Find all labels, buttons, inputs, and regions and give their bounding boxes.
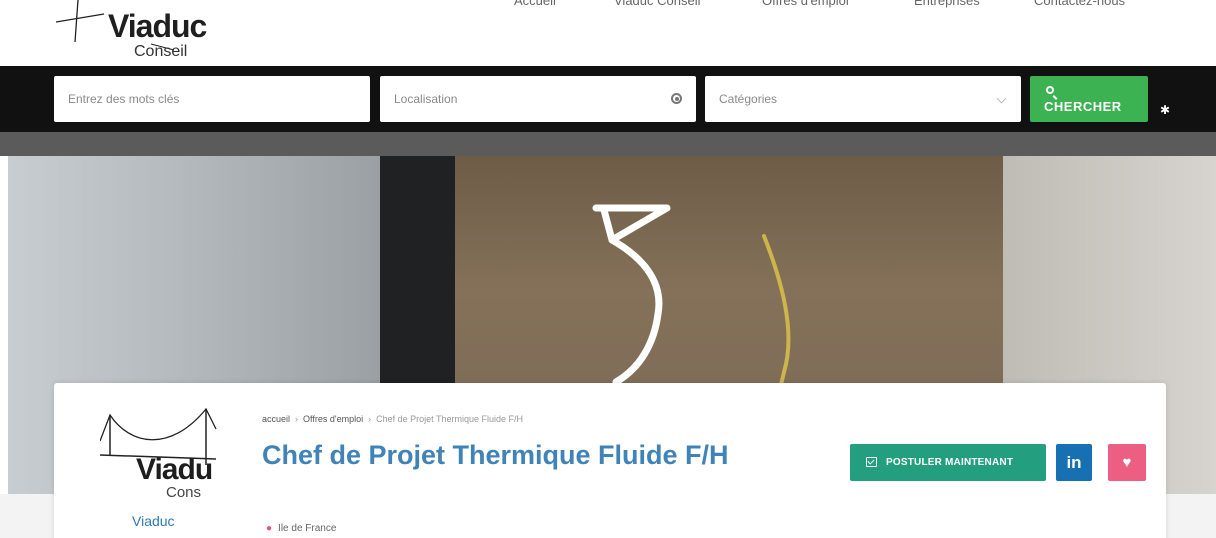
nav-item-offres[interactable]: Offres d'emploi bbox=[762, 0, 849, 8]
nav-item-contact[interactable]: Contactez-nous bbox=[1034, 0, 1125, 8]
logo-wordmark: Viaduc bbox=[108, 8, 207, 44]
breadcrumb-separator: › bbox=[295, 414, 299, 424]
linkedin-share-button[interactable]: in bbox=[1056, 444, 1092, 481]
breadcrumb: accueil › Offres d'emploi › Chef de Projet T… bbox=[262, 414, 523, 424]
breadcrumb-home[interactable]: accueil bbox=[262, 414, 290, 424]
breadcrumb-offres[interactable]: Offres d'emploi bbox=[303, 414, 363, 424]
logo-subtitle: Conseil bbox=[134, 43, 188, 60]
job-location-text: Ile de France bbox=[278, 523, 337, 534]
nav-item-entreprises[interactable]: Entreprises bbox=[914, 0, 980, 8]
checkbox-icon bbox=[866, 457, 877, 467]
heart-icon: ♥ bbox=[1122, 454, 1132, 471]
keywords-input[interactable] bbox=[68, 76, 358, 122]
site-logo[interactable]: Viaduc Conseil bbox=[56, 0, 226, 66]
location-input[interactable] bbox=[394, 76, 654, 122]
gear-icon[interactable]: ✱ bbox=[1160, 103, 1170, 117]
favorite-button[interactable]: ♥ bbox=[1108, 444, 1146, 481]
job-header-card: Viadu Cons Viaduc accueil › Offres d'emplo… bbox=[54, 383, 1166, 538]
breadcrumb-separator: › bbox=[368, 414, 372, 424]
location-field[interactable] bbox=[380, 76, 696, 122]
job-location: ● Ile de France bbox=[266, 523, 336, 534]
company-logo[interactable]: Viadu Cons bbox=[100, 405, 220, 505]
apply-now-label: POSTULER MAINTENANT bbox=[886, 457, 1014, 468]
chevron-down-icon bbox=[996, 93, 1007, 104]
breadcrumb-current: Chef de Projet Thermique Fluide F/H bbox=[376, 414, 523, 424]
company-logo-subtitle: Cons bbox=[166, 484, 202, 501]
linkedin-icon: in bbox=[1066, 453, 1082, 472]
search-button-label: CHERCHER bbox=[1044, 99, 1122, 114]
search-bar: Catégories CHERCHER ✱ bbox=[0, 66, 1216, 132]
company-logo-wordmark: Viadu bbox=[136, 453, 213, 486]
keywords-field[interactable] bbox=[54, 76, 370, 122]
search-button[interactable]: CHERCHER bbox=[1030, 76, 1148, 122]
map-pin-icon: ● bbox=[266, 523, 273, 534]
search-icon bbox=[1046, 86, 1054, 94]
nav-item-viaduc-conseil[interactable]: Viaduc Conseil bbox=[614, 0, 700, 8]
job-title: Chef de Projet Thermique Fluide F/H bbox=[262, 440, 729, 470]
apply-now-button[interactable]: POSTULER MAINTENANT bbox=[850, 444, 1046, 481]
main-nav: Accueil Viaduc Conseil Offres d'emploi E… bbox=[500, 0, 1156, 13]
site-header: Viaduc Conseil Accueil Viaduc Conseil Of… bbox=[0, 0, 1216, 66]
company-name-link[interactable]: Viaduc bbox=[132, 513, 175, 529]
category-select[interactable]: Catégories bbox=[705, 76, 1021, 122]
category-select-value: Catégories bbox=[719, 92, 778, 106]
geolocate-icon[interactable] bbox=[671, 93, 682, 104]
page: Viaduc Conseil Accueil Viaduc Conseil Of… bbox=[0, 0, 1216, 538]
nav-item-accueil[interactable]: Accueil bbox=[514, 0, 556, 8]
